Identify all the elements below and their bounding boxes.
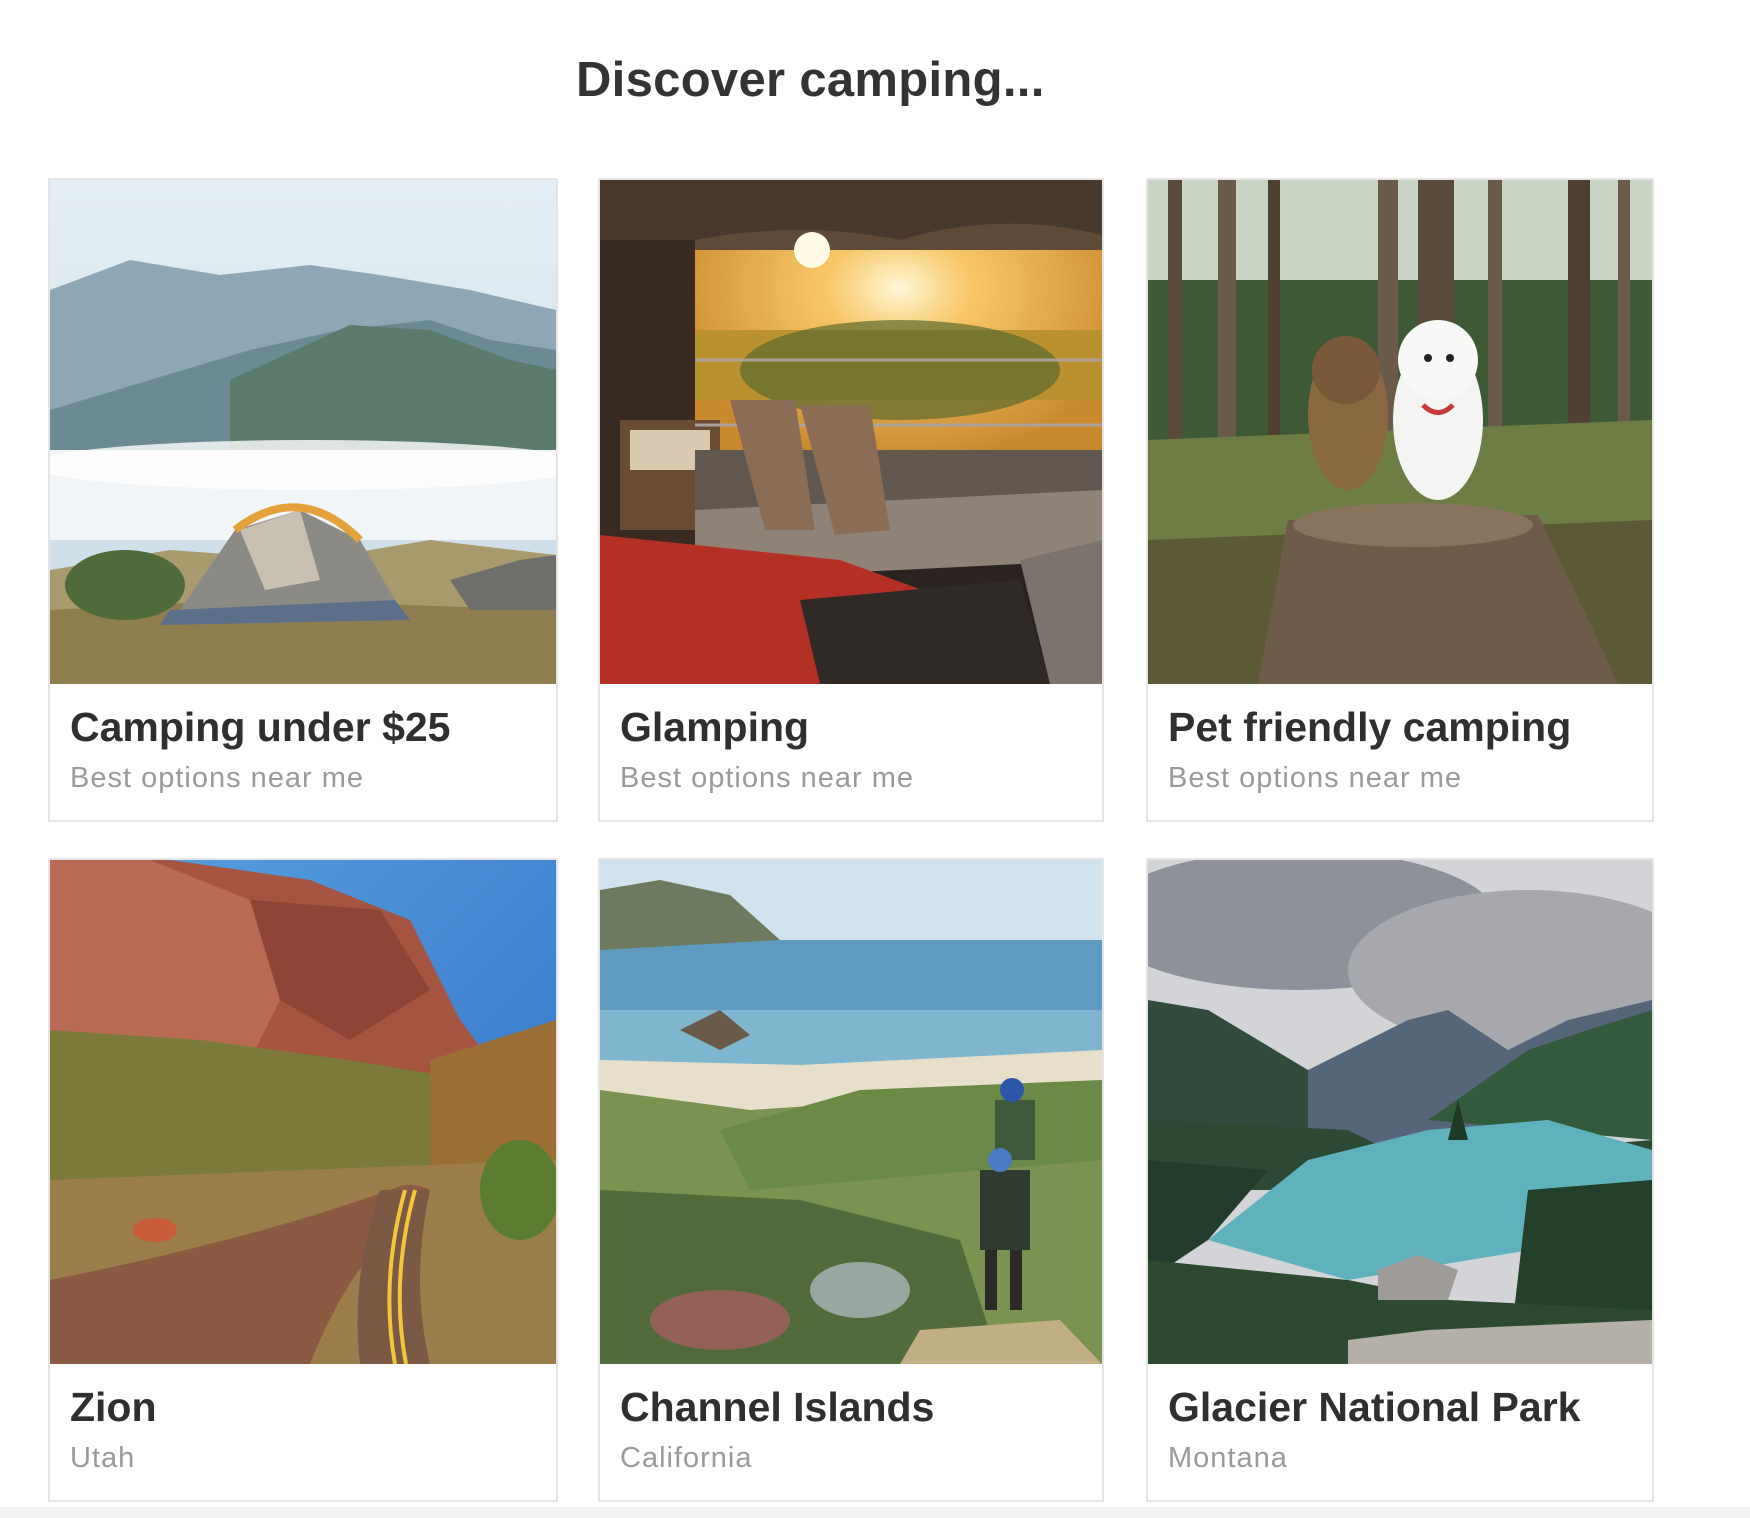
card-subtitle: Utah bbox=[70, 1442, 136, 1474]
card-subtitle: Montana bbox=[1168, 1442, 1288, 1474]
card-camping-under-25[interactable]: Camping under $25 Best options near me bbox=[48, 178, 558, 822]
card-subtitle: Best options near me bbox=[620, 762, 915, 794]
card-subtitle: Best options near me bbox=[1168, 762, 1463, 794]
discover-camping-section: Discover camping... Camping under $25 Be… bbox=[0, 0, 1750, 1518]
zion-canyon-road-photo bbox=[50, 860, 556, 1364]
card-title: Pet friendly camping bbox=[1168, 704, 1572, 750]
card-title: Channel Islands bbox=[620, 1384, 935, 1430]
card-subtitle: California bbox=[620, 1442, 753, 1474]
card-channel-islands[interactable]: Channel Islands California bbox=[598, 858, 1104, 1502]
tent-on-mountain-ridge-photo bbox=[50, 180, 556, 684]
card-glacier-national-park[interactable]: Glacier National Park Montana bbox=[1146, 858, 1654, 1502]
card-glamping[interactable]: Glamping Best options near me bbox=[598, 178, 1104, 822]
coastal-hikers-photo bbox=[600, 860, 1102, 1364]
card-title: Zion bbox=[70, 1384, 157, 1430]
card-title: Glacier National Park bbox=[1168, 1384, 1581, 1430]
bottom-divider bbox=[0, 1507, 1750, 1518]
card-pet-friendly-camping[interactable]: Pet friendly camping Best options near m… bbox=[1146, 178, 1654, 822]
card-title: Glamping bbox=[620, 704, 810, 750]
card-subtitle: Best options near me bbox=[70, 762, 365, 794]
card-zion[interactable]: Zion Utah bbox=[48, 858, 558, 1502]
two-dogs-on-tree-stump-photo bbox=[1148, 180, 1652, 684]
mountain-lake-overlook-photo bbox=[1148, 860, 1652, 1364]
glamping-tent-sunset-deck-photo bbox=[600, 180, 1102, 684]
section-heading: Discover camping... bbox=[576, 53, 1045, 107]
card-title: Camping under $25 bbox=[70, 704, 451, 750]
